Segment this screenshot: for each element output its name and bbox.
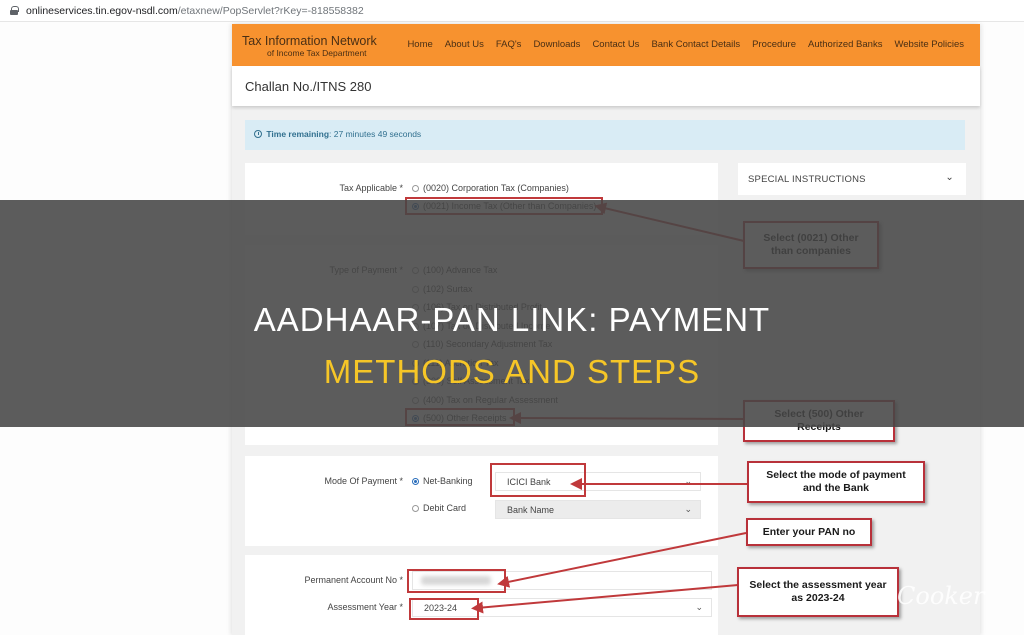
radio-button[interactable] <box>412 504 419 512</box>
pan-label: Permanent Account No * <box>304 575 403 585</box>
assessment-year-label: Assessment Year * <box>327 602 403 612</box>
nav-home[interactable]: Home <box>407 39 432 50</box>
option-label: (0020) Corporation Tax (Companies) <box>423 183 569 193</box>
nav-bank-contact-details[interactable]: Bank Contact Details <box>651 39 740 50</box>
chevron-down-icon: ⌄ <box>684 476 692 486</box>
url-host: onlineservices.tin.egov-nsdl.com <box>26 4 178 17</box>
highlight-pan <box>407 569 506 593</box>
mode-of-payment-label: Mode Of Payment * <box>324 476 403 486</box>
page-title: Challan No./ITNS 280 <box>232 66 980 106</box>
nav-contact-us[interactable]: Contact Us <box>592 39 639 50</box>
radio-option-0020[interactable]: (0020) Corporation Tax (Companies) <box>412 183 569 193</box>
debit-card-label: Debit Card <box>423 503 467 513</box>
radio-button[interactable] <box>412 184 419 192</box>
radio-debit-card[interactable]: Debit Card <box>412 503 466 513</box>
debit-card-bank-select[interactable]: Bank Name ⌄ <box>495 500 701 519</box>
main-nav: Home About Us FAQ's Downloads Contact Us… <box>407 39 964 50</box>
headline-line-1: AADHAAR-PAN LINK: PAYMENT <box>253 301 771 338</box>
nav-downloads[interactable]: Downloads <box>533 39 580 50</box>
bank-name-placeholder: Bank Name <box>507 505 555 515</box>
net-banking-label: Net-Banking <box>423 476 473 486</box>
highlight-assessment-year <box>409 598 479 620</box>
site-navbar: Tax Information Network of Income Tax De… <box>232 24 980 66</box>
browser-address-bar[interactable]: onlineservices.tin.egov-nsdl.com/etaxnew… <box>0 0 1024 22</box>
nav-website-policies[interactable]: Website Policies <box>894 39 964 50</box>
time-remaining-alert: Time remaining: 27 minutes 49 seconds <box>245 120 965 150</box>
chevron-down-icon: ⌄ <box>945 172 954 183</box>
clock-icon <box>254 130 262 138</box>
chevron-down-icon: ⌄ <box>695 602 703 612</box>
time-remaining-label: Time remaining <box>266 129 330 139</box>
time-remaining-value: : 27 minutes 49 seconds <box>329 129 422 139</box>
nav-authorized-banks[interactable]: Authorized Banks <box>808 39 882 50</box>
nav-about-us[interactable]: About Us <box>445 39 484 50</box>
url-path: /etaxnew/PopServlet?rKey=-818558382 <box>177 4 364 17</box>
nav-procedure[interactable]: Procedure <box>752 39 796 50</box>
site-brand[interactable]: Tax Information Network of Income Tax De… <box>242 34 377 59</box>
callout-mode-of-payment: Select the mode of payment and the Bank <box>747 461 925 503</box>
special-instructions-toggle[interactable]: SPECIAL INSTRUCTIONS ⌄ <box>738 163 966 195</box>
nav-faqs[interactable]: FAQ's <box>496 39 522 50</box>
tax-applicable-label: Tax Applicable * <box>339 183 403 193</box>
radio-net-banking[interactable]: Net-Banking <box>412 476 473 486</box>
chevron-down-icon: ⌄ <box>684 504 692 514</box>
mode-of-payment-card: Mode Of Payment * Net-Banking ICICI Bank… <box>245 456 718 546</box>
callout-assessment-year: Select the assessment year as 2023-24 <box>737 567 899 617</box>
callout-enter-pan: Enter your PAN no <box>746 518 872 546</box>
brand-subtitle: of Income Tax Department <box>267 48 367 58</box>
article-headline: AADHAAR-PAN LINK: PAYMENT METHODS AND ST… <box>0 300 1024 392</box>
highlight-bank <box>490 463 586 497</box>
pan-details-card: Permanent Account No * Assessment Year *… <box>245 555 718 635</box>
screenshot-stage: onlineservices.tin.egov-nsdl.com/etaxnew… <box>0 0 1024 635</box>
lock-icon <box>10 6 19 15</box>
brand-title: Tax Information Network <box>242 34 377 48</box>
headline-line-2: METHODS AND STEPS <box>323 353 701 390</box>
special-instructions-label: SPECIAL INSTRUCTIONS <box>748 174 866 185</box>
radio-button-checked[interactable] <box>412 477 419 485</box>
site-watermark: Cooker <box>897 582 985 610</box>
